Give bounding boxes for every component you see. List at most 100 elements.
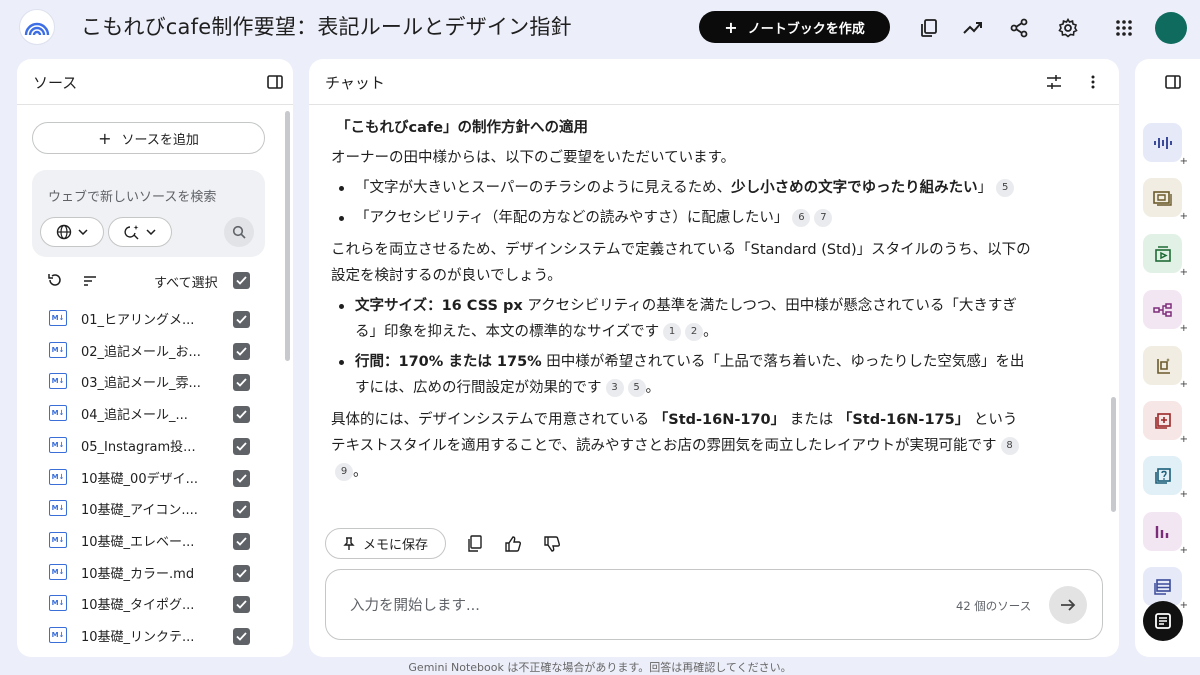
settings-list: 文字サイズ：16 CSS px アクセシビリティの基準を満たしつつ、田中様が懸念… [331, 293, 1031, 401]
check-icon [236, 315, 247, 324]
source-item-label: 03_追記メール_雰... [81, 376, 201, 392]
plus-icon: + [1179, 156, 1188, 167]
source-item[interactable]: M↓ 01_ヒアリングメ... [17, 304, 293, 335]
markdown-file-icon: M↓ [49, 436, 67, 453]
mind-map-button[interactable]: + [1143, 290, 1188, 334]
source-checkbox[interactable] [233, 437, 250, 455]
thumbs-down-icon[interactable] [541, 533, 563, 555]
source-checkbox[interactable] [233, 628, 250, 645]
markdown-file-icon: M↓ [49, 310, 67, 326]
source-item[interactable]: M↓ 10基礎_アイコン.... [17, 494, 293, 525]
source-checkbox[interactable] [233, 501, 250, 519]
apps-grid-icon[interactable] [1108, 12, 1140, 44]
citation-badge[interactable]: 9 [335, 463, 353, 481]
plus-icon: + [724, 17, 738, 37]
search-submit-button[interactable] [224, 217, 254, 247]
source-checkbox[interactable] [233, 596, 250, 614]
citation-badge[interactable]: 2 [685, 323, 704, 341]
add-note-button[interactable] [1143, 601, 1183, 641]
add-source-button[interactable]: + ソースを追加 [32, 122, 265, 154]
select-all-row: すべて選択 [17, 267, 293, 295]
source-item[interactable]: M↓ 10基礎_リンクテ... [17, 621, 293, 652]
source-item[interactable]: M↓ 10基礎_タイポグ... [17, 589, 293, 620]
list-item: 文字サイズ：16 CSS px アクセシビリティの基準を満たしつつ、田中様が懸念… [331, 293, 1031, 345]
chat-input-box[interactable]: 入力を開始します... 42 個のソース [325, 569, 1103, 640]
send-button[interactable] [1049, 586, 1087, 624]
save-to-note-button[interactable]: メモに保存 [325, 528, 446, 559]
source-item[interactable]: M↓ 02_追記メール_お... [17, 336, 293, 367]
source-checkbox[interactable] [233, 469, 250, 487]
source-checkbox[interactable] [233, 342, 250, 360]
citation-badge[interactable]: 8 [1000, 437, 1019, 455]
research-mode-dropdown[interactable] [108, 217, 172, 247]
slides-icon [1152, 190, 1172, 206]
check-icon [236, 600, 247, 610]
citation-badge[interactable]: 1 [663, 323, 682, 341]
audio-overview-button[interactable]: + [1143, 123, 1188, 167]
share-icon[interactable] [1003, 12, 1035, 44]
source-checkbox[interactable] [233, 374, 250, 392]
thumbs-up-icon[interactable] [502, 533, 524, 555]
sparkle-search-icon [124, 225, 139, 240]
chevron-down-icon [78, 229, 88, 235]
notebook-title[interactable]: こもれびcafe制作要望：表記ルールとデザイン指針 [81, 11, 572, 41]
source-item[interactable]: M↓ 05_Instagram投... [17, 431, 293, 462]
sources-scrollbar[interactable] [285, 111, 290, 361]
source-count: 42 個のソース [956, 599, 1032, 613]
web-source-search[interactable]: ウェブで新しいソースを検索 [32, 170, 265, 257]
copy-icon[interactable] [913, 12, 945, 44]
response-paragraph: これらを両立させるため、デザインシステムで定義されている「Standard (S… [331, 242, 1031, 284]
source-item[interactable]: M↓ 03_追記メール_雰... [17, 367, 293, 398]
more-vert-icon[interactable] [1090, 74, 1096, 94]
infographic-button[interactable]: + [1143, 512, 1188, 556]
app-logo[interactable] [19, 9, 55, 45]
create-notebook-button[interactable]: + ノートブックを作成 [699, 11, 890, 43]
expand-panel-icon[interactable] [1165, 74, 1181, 94]
chevron-down-icon [146, 229, 156, 235]
create-notebook-label: ノートブックを作成 [747, 21, 865, 37]
chat-settings-icon[interactable] [1046, 74, 1062, 94]
source-item[interactable]: M↓ 10基礎_00デザイ... [17, 463, 293, 494]
source-checkbox[interactable] [233, 532, 250, 550]
user-avatar[interactable] [1155, 12, 1187, 44]
citation-badge[interactable]: 5 [996, 179, 1015, 197]
source-item[interactable]: M↓ 04_追記メール_... [17, 399, 293, 430]
video-overview-button[interactable]: + [1143, 234, 1188, 278]
citation-badge[interactable]: 3 [605, 379, 624, 397]
copy-response-icon[interactable] [464, 533, 486, 555]
chat-input-placeholder[interactable]: 入力を開始します... [350, 594, 480, 615]
source-checkbox[interactable] [233, 311, 250, 328]
citation-badge[interactable]: 7 [814, 209, 833, 227]
markdown-file-icon: M↓ [49, 341, 67, 358]
source-checkbox[interactable] [233, 406, 250, 424]
settings-gear-icon[interactable] [1052, 12, 1084, 44]
source-item[interactable]: M↓ 10基礎_カラー.md [17, 558, 293, 589]
source-checkbox[interactable] [233, 564, 250, 582]
top-bar: こもれびcafe制作要望：表記ルールとデザイン指針 + ノートブックを作成 [0, 0, 1200, 56]
select-all-label: すべて選択 [154, 276, 218, 291]
slide-deck-button[interactable]: + [1143, 178, 1188, 222]
check-icon [236, 347, 247, 356]
web-source-dropdown[interactable] [40, 217, 104, 247]
markdown-file-icon: M↓ [49, 468, 67, 485]
markdown-file-icon: M↓ [49, 500, 67, 517]
search-placeholder[interactable]: ウェブで新しいソースを検索 [48, 186, 216, 205]
source-item[interactable]: M↓ 10基礎_エレベー... [17, 526, 293, 557]
chat-scrollbar[interactable] [1111, 397, 1116, 512]
select-all-checkbox[interactable] [233, 272, 250, 289]
sources-header: ソース [17, 59, 293, 105]
note-icon [1155, 613, 1171, 629]
citation-badge[interactable]: 5 [627, 379, 646, 397]
markdown-file-icon: M↓ [49, 373, 67, 390]
collapse-panel-icon[interactable] [267, 74, 283, 94]
analytics-icon[interactable] [957, 12, 989, 44]
source-item-label: 10基礎_00デザイ... [81, 471, 198, 487]
list-item: 「文字が大きいとスーパーのチラシのように見えるため、少し小さめの文字でゆったり組… [331, 175, 1031, 201]
report-button[interactable]: + [1143, 346, 1188, 390]
quiz-button[interactable]: + [1143, 456, 1188, 500]
flashcards-button[interactable]: + [1143, 401, 1188, 445]
sort-icon[interactable] [83, 273, 97, 292]
check-icon [236, 568, 247, 578]
refresh-icon[interactable] [47, 272, 63, 292]
citation-badge[interactable]: 6 [792, 209, 811, 227]
